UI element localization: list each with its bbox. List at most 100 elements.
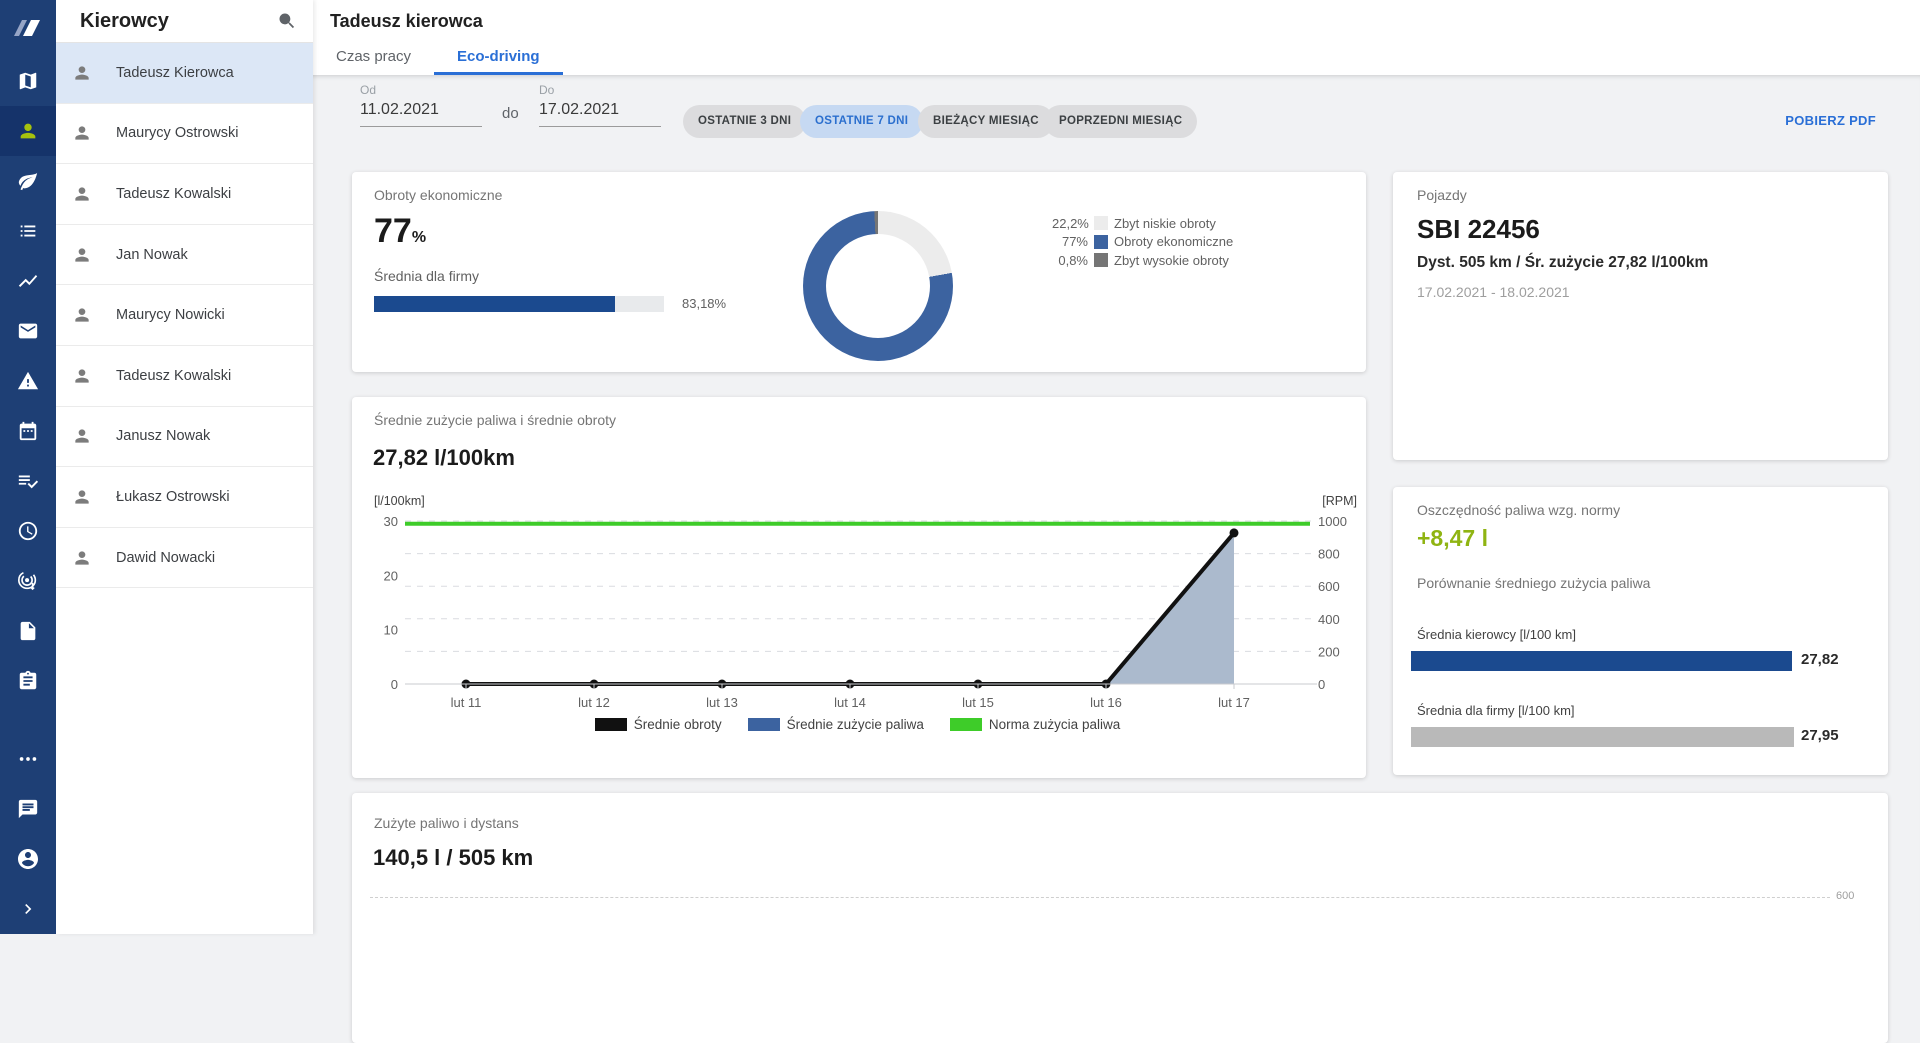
company-avg-value: 27,95 xyxy=(1801,727,1839,744)
list-icon[interactable] xyxy=(0,206,56,256)
legend-pct: 0,8% xyxy=(1052,253,1088,268)
svg-text:600: 600 xyxy=(1318,579,1340,594)
legend-swatch xyxy=(1094,216,1108,230)
legend-label: Zbyt wysokie obroty xyxy=(1114,253,1229,268)
documents-icon[interactable] xyxy=(0,606,56,656)
search-icon[interactable] xyxy=(277,11,297,31)
drivers-icon[interactable] xyxy=(0,106,56,156)
driver-list-item-0[interactable]: Tadeusz Kierowca xyxy=(56,43,313,104)
svg-text:0: 0 xyxy=(391,677,398,692)
map-icon[interactable] xyxy=(0,56,56,106)
driver-panel: Kierowcy Tadeusz Kierowca Maurycy Ostrow… xyxy=(56,0,313,934)
driver-list-item-2[interactable]: Tadeusz Kowalski xyxy=(56,164,313,225)
legend-swatch xyxy=(1094,235,1108,249)
card-fuel-rpm-chart: Średnie zużycie paliwa i średnie obroty … xyxy=(352,397,1366,778)
calendar-icon[interactable] xyxy=(0,406,56,456)
alerts-icon[interactable] xyxy=(0,356,56,406)
main-content: Tadeusz kierowca Czas pracy Eco-driving … xyxy=(313,0,1920,934)
eco-leaf-icon[interactable] xyxy=(0,156,56,206)
svg-text:20: 20 xyxy=(384,568,398,583)
chat-icon[interactable] xyxy=(0,784,56,834)
driver-name: Łukasz Ostrowski xyxy=(116,489,230,505)
legend-label: Obroty ekonomiczne xyxy=(1114,234,1233,249)
card-oszczednosc-paliwa: Oszczędność paliwa wzg. normy +8,47 l Po… xyxy=(1393,487,1888,775)
content-body: Od 11.02.2021 do Do 17.02.2021 OSTATNIE … xyxy=(313,75,1920,934)
fuel-savings-value: +8,47 l xyxy=(1417,525,1488,552)
svg-text:0: 0 xyxy=(1318,677,1325,692)
svg-text:lut 17: lut 17 xyxy=(1218,695,1250,710)
donut-legend-row-1: 77%Obroty ekonomiczne xyxy=(1052,233,1233,252)
svg-text:[RPM]: [RPM] xyxy=(1322,494,1357,508)
date-from-input[interactable]: 11.02.2021 xyxy=(360,97,482,127)
date-to-label: Do xyxy=(539,83,661,97)
reports-icon[interactable] xyxy=(0,656,56,706)
donut-legend-row-0: 22,2% Zbyt niskie obroty xyxy=(1052,214,1233,233)
svg-text:lut 13: lut 13 xyxy=(706,695,738,710)
preset-chip-0[interactable]: OSTATNIE 3 DNI xyxy=(683,105,806,138)
fuel-distance-value: 140,5 l / 505 km xyxy=(373,845,533,871)
date-from-label: Od xyxy=(360,83,482,97)
expand-icon[interactable] xyxy=(0,884,56,934)
svg-text:800: 800 xyxy=(1318,547,1340,562)
vehicle-plate: SBI 22456 xyxy=(1417,214,1540,245)
svg-text:[l/100km]: [l/100km] xyxy=(374,494,425,508)
account-icon[interactable] xyxy=(0,834,56,884)
person-icon xyxy=(72,366,92,386)
brand-logo xyxy=(0,0,56,56)
legend-swatch xyxy=(950,718,982,731)
driver-list-item-8[interactable]: Dawid Nowacki xyxy=(56,528,313,589)
legend-label: Norma zużycia paliwa xyxy=(989,717,1120,732)
driver-list-item-5[interactable]: Tadeusz Kowalski xyxy=(56,346,313,407)
preset-chip-2[interactable]: BIEŻĄCY MIESIĄC xyxy=(918,105,1054,138)
company-avg-value: 83,18% xyxy=(682,296,726,311)
date-joiner: do xyxy=(502,105,519,122)
tasks-icon[interactable] xyxy=(0,456,56,506)
company-avg-bar xyxy=(1411,727,1794,747)
obroty-donut-chart xyxy=(803,211,953,361)
legend-pct: 22,2% xyxy=(1052,216,1088,231)
legend-swatch xyxy=(595,718,627,731)
driver-name: Tadeusz Kierowca xyxy=(116,65,234,81)
preset-chip-3[interactable]: POPRZEDNI MIESIĄC xyxy=(1044,105,1197,138)
legend-swatch xyxy=(1094,253,1108,267)
driver-name: Tadeusz Kowalski xyxy=(116,368,231,384)
card-title: Obroty ekonomiczne xyxy=(374,187,502,203)
donut-legend-row-2: 0,8% Zbyt wysokie obroty xyxy=(1052,251,1233,270)
bar-fill xyxy=(1411,727,1794,747)
date-to-field: Do 17.02.2021 xyxy=(539,83,661,127)
driver-list-item-4[interactable]: Maurycy Nowicki xyxy=(56,285,313,346)
driver-list-item-3[interactable]: Jan Nowak xyxy=(56,225,313,286)
partial-chart-gridline xyxy=(370,897,1830,898)
trending-icon[interactable] xyxy=(0,256,56,306)
obroty-value: 77% xyxy=(374,212,426,251)
tab-czas-pracy[interactable]: Czas pracy xyxy=(313,42,434,75)
chart-legend: Średnie obrotyŚrednie zużycie paliwaNorm… xyxy=(405,717,1310,732)
driver-panel-header: Kierowcy xyxy=(56,0,313,43)
driver-list-item-7[interactable]: Łukasz Ostrowski xyxy=(56,467,313,528)
vehicle-date-range: 17.02.2021 - 18.02.2021 xyxy=(1417,284,1570,300)
driver-avg-bar xyxy=(1411,651,1794,671)
card-title: Oszczędność paliwa wzg. normy xyxy=(1417,502,1620,518)
driver-list-item-1[interactable]: Maurycy Ostrowski xyxy=(56,104,313,165)
driver-avg-label: Średnia kierowcy [l/100 km] xyxy=(1417,627,1576,642)
svg-text:lut 15: lut 15 xyxy=(962,695,994,710)
driver-name: Maurycy Ostrowski xyxy=(116,125,238,141)
date-to-input[interactable]: 17.02.2021 xyxy=(539,97,661,127)
mail-icon[interactable] xyxy=(0,306,56,356)
driver-avg-value: 27,82 xyxy=(1801,651,1839,668)
person-icon xyxy=(72,548,92,568)
card-zuzyte-paliwo: Zużyte paliwo i dystans 140,5 l / 505 km… xyxy=(352,793,1888,1043)
svg-text:lut 14: lut 14 xyxy=(834,695,866,710)
history-icon[interactable] xyxy=(0,506,56,556)
legend-label: Średnie zużycie paliwa xyxy=(787,717,924,732)
tracking-icon[interactable] xyxy=(0,556,56,606)
content-header: Tadeusz kierowca Czas pracy Eco-driving xyxy=(313,0,1920,75)
company-avg-label: Średnia dla firmy [l/100 km] xyxy=(1417,703,1575,718)
driver-list-item-6[interactable]: Janusz Nowak xyxy=(56,407,313,468)
tab-eco-driving[interactable]: Eco-driving xyxy=(434,42,563,75)
legend-label: Zbyt niskie obroty xyxy=(1114,216,1216,231)
preset-chip-1[interactable]: OSTATNIE 7 DNI xyxy=(800,105,923,138)
download-pdf-button[interactable]: POBIERZ PDF xyxy=(1785,113,1876,128)
vehicle-details: Dyst. 505 km / Śr. zużycie 27,82 l/100km xyxy=(1417,254,1708,272)
more-icon[interactable] xyxy=(0,734,56,784)
